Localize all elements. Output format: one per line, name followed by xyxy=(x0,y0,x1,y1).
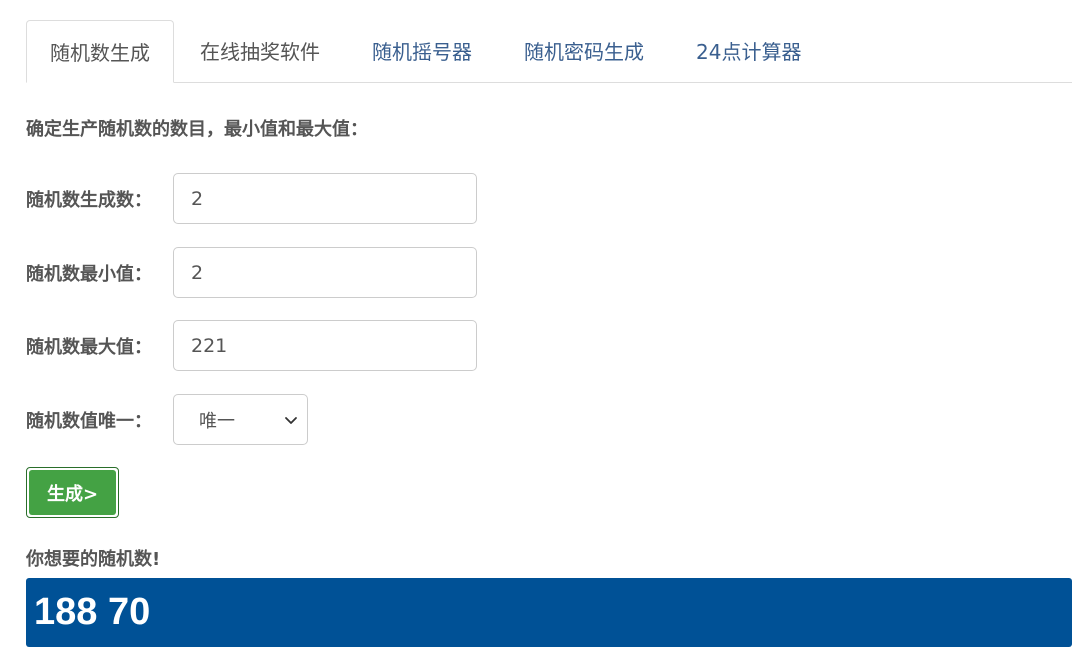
result-value: 188 70 xyxy=(34,591,151,633)
count-label: 随机数生成数： xyxy=(26,189,152,211)
min-label: 随机数最小值： xyxy=(26,263,152,285)
tab-random-password[interactable]: 随机密码生成 xyxy=(498,19,670,82)
tab-24-point[interactable]: 24点计算器 xyxy=(670,19,827,82)
tab-random-number[interactable]: 随机数生成 xyxy=(26,20,174,83)
generate-button[interactable]: 生成> xyxy=(29,470,116,515)
max-row: 随机数最大值： xyxy=(26,320,477,371)
unique-label: 随机数值唯一： xyxy=(26,410,152,432)
result-box: 188 70 xyxy=(26,578,1072,647)
tab-bar: 随机数生成 在线抽奖软件 随机摇号器 随机密码生成 24点计算器 xyxy=(26,20,1072,83)
tab-random-draw[interactable]: 随机摇号器 xyxy=(346,19,498,82)
count-input[interactable] xyxy=(173,173,477,224)
tab-online-lottery[interactable]: 在线抽奖软件 xyxy=(174,19,346,82)
generate-button-frame: 生成> xyxy=(26,467,119,518)
unique-select-value: 唯一 xyxy=(199,410,235,432)
intro-text: 确定生产随机数的数目，最小值和最大值： xyxy=(26,119,368,140)
max-label: 随机数最大值： xyxy=(26,336,152,358)
min-input[interactable] xyxy=(173,247,477,298)
chevron-down-icon xyxy=(285,416,297,424)
result-label: 你想要的随机数! xyxy=(26,549,161,570)
count-row: 随机数生成数： xyxy=(26,173,477,224)
unique-select[interactable]: 唯一 xyxy=(173,394,308,445)
min-row: 随机数最小值： xyxy=(26,247,477,298)
max-input[interactable] xyxy=(173,320,477,371)
random-number-page: 随机数生成 在线抽奖软件 随机摇号器 随机密码生成 24点计算器 确定生产随机数… xyxy=(0,0,1086,655)
unique-row: 随机数值唯一： 唯一 xyxy=(26,394,308,445)
